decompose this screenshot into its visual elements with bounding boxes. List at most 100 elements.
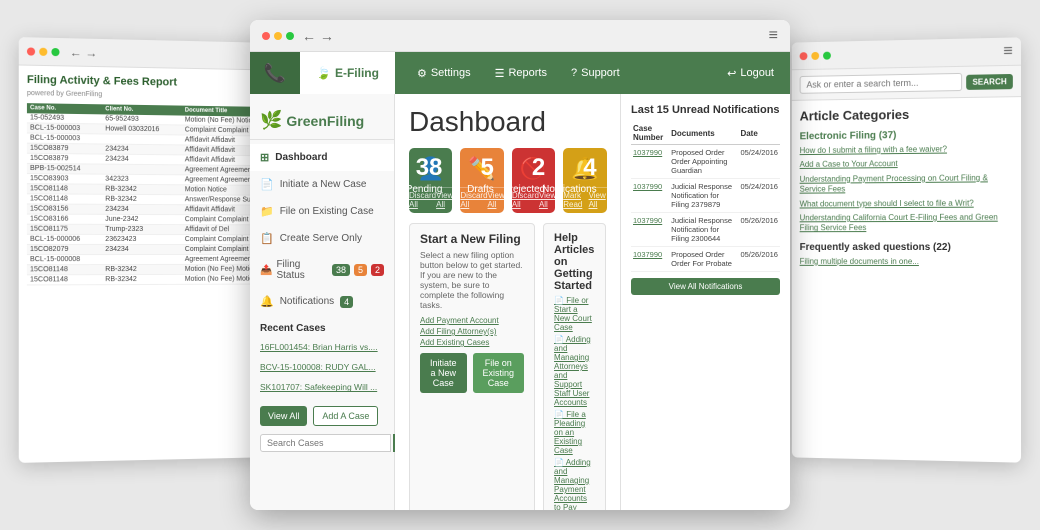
table-row: BCL-15-000008 Agreement Agreement (27, 254, 260, 264)
powered-by: powered by GreenFiling (27, 90, 260, 101)
start-filing-desc: Select a new filing option button below … (420, 250, 524, 310)
notif-case-link[interactable]: 1037990 (633, 250, 662, 259)
initiate-new-case-button[interactable]: Initiate a New Case (420, 353, 467, 393)
faq-item-1[interactable]: Filing multiple documents in one... (800, 257, 1013, 266)
recent-cases-title: Recent Cases (250, 315, 394, 337)
create-serve-icon: 📋 (260, 232, 274, 245)
back-left-content: Filing Activity & Fees Report powered by… (19, 65, 268, 293)
table-cell: 15CO81148 (27, 265, 102, 275)
phone-icon[interactable]: 📞 (250, 52, 300, 94)
recent-case-2[interactable]: BCV-15-100008: RUDY GAL... (250, 357, 394, 377)
view-all-button[interactable]: View All (260, 406, 307, 426)
article-item-3[interactable]: Understanding Payment Processing on Cour… (800, 173, 1013, 195)
view-all-notifications-button[interactable]: View All Notifications (631, 278, 780, 295)
table-cell: Agreement Agreement (182, 165, 260, 176)
notif-case-link[interactable]: 1037990 (633, 182, 662, 191)
recent-case-3[interactable]: SK101707: Safekeeping Will ... (250, 377, 394, 397)
efiling-label: E-Filing (335, 66, 379, 80)
table-row: 15CO81175Trump-2323Affidavit of Del (27, 224, 260, 235)
nav-arrows-back-left[interactable]: ← → (70, 45, 98, 60)
pending-discard-all[interactable]: Discard All (409, 191, 436, 209)
nav-arrows-main[interactable]: ← → (302, 28, 334, 44)
settings-icon: ⚙ (417, 67, 427, 80)
notif-case-link[interactable]: 1037990 (633, 216, 662, 225)
table-cell: 15CO81175 (27, 224, 102, 234)
nav-reports[interactable]: ☰ Reports (483, 52, 559, 94)
close-dot-main (262, 32, 270, 40)
notifications-card-actions: Mark Read View All (563, 187, 606, 209)
table-cell: Motion (No Fee) Motion (182, 264, 260, 274)
table-row: 15CO83166June-2342Complaint Complaint (27, 214, 260, 225)
notifications-table: Case Number Documents Date 1037990Propos… (631, 122, 780, 272)
add-case-button[interactable]: Add A Case (313, 406, 378, 426)
settings-label: Settings (431, 67, 471, 79)
logo-leaf-icon: 🌿 (260, 110, 282, 131)
table-row: 1037990Judicial Response Notification fo… (631, 213, 780, 247)
pending-badge: 38 (332, 264, 350, 276)
link-add-payment[interactable]: Add Payment Account (420, 316, 524, 325)
file-on-existing-button[interactable]: File on Existing Case (473, 353, 525, 393)
pending-number: 38 (416, 154, 443, 182)
pending-view-all[interactable]: View All (436, 191, 453, 209)
link-add-attorney[interactable]: Add Filing Attorney(s) (420, 327, 524, 336)
drafts-badge: 5 (354, 264, 367, 276)
link-add-existing[interactable]: Add Existing Cases (420, 338, 524, 347)
nav-settings[interactable]: ⚙ Settings (405, 52, 483, 94)
rejected-discard-all[interactable]: Discard All (512, 191, 539, 209)
report-table: Case No. Client No. Document Title 15-05… (27, 103, 260, 285)
notif-case-cell: 1037990 (631, 179, 669, 213)
main-hamburger-icon[interactable]: ≡ (769, 27, 778, 45)
help-link-1[interactable]: 📄 File or Start a New Court Case (554, 296, 595, 332)
leaf-icon: 🍃 (316, 66, 331, 80)
notif-case-link[interactable]: 1037990 (633, 148, 662, 157)
help-search-button[interactable]: SEARCH (966, 73, 1012, 89)
nav-logout[interactable]: ↩ Logout (711, 52, 790, 94)
help-search-input[interactable] (800, 73, 963, 94)
table-cell: BCL-15-000008 (27, 255, 102, 265)
notifications-mark-read[interactable]: Mark Read (563, 191, 588, 209)
search-cases-input[interactable] (260, 434, 391, 452)
table-cell: Affidavit Affidavit (182, 205, 260, 215)
sidebar-item-initiate[interactable]: 📄 Initiate a New Case (250, 171, 394, 198)
status-cards: 👤 38 Pending Discard All View All ✏️ 5 D… (409, 148, 606, 213)
titlebar-left: ← → (262, 28, 334, 44)
drafts-discard-all[interactable]: Discard All (460, 191, 487, 209)
faq-title: Frequently asked questions (22) (800, 242, 1013, 253)
table-cell: 15CO81148 (27, 194, 102, 205)
back-left-window: ← → Filing Activity & Fees Report powere… (19, 37, 268, 463)
help-link-4[interactable]: 📄 Adding and Managing Payment Accounts t… (554, 458, 595, 510)
table-cell (102, 164, 182, 175)
notif-case-cell: 1037990 (631, 145, 669, 179)
notifications-view-all[interactable]: View All (589, 191, 607, 209)
drafts-view-all[interactable]: View All (488, 191, 505, 209)
sidebar-item-dashboard[interactable]: ⊞ Dashboard (250, 144, 394, 171)
table-cell: Agreement Agreement (182, 254, 260, 264)
sidebar-file-existing-label: File on Existing Case (280, 206, 374, 217)
sidebar-item-file-existing[interactable]: 📁 File on Existing Case (250, 198, 394, 225)
article-item[interactable]: How do I submit a filing with a fee waiv… (800, 144, 1013, 157)
tab-efiling[interactable]: 🍃 E-Filing (300, 52, 395, 94)
close-dot-r (800, 52, 808, 60)
article-item-4[interactable]: What document type should I select to fi… (800, 198, 1013, 209)
window-controls-right (800, 51, 831, 60)
article-item-5[interactable]: Understanding California Court E-Filing … (800, 213, 1013, 234)
help-link-3[interactable]: 📄 File a Pleading on an Existing Case (554, 410, 595, 455)
help-articles-title: Help Articles on Getting Started (554, 232, 595, 292)
help-link-2[interactable]: 📄 Adding and Managing Attorneys and Supp… (554, 335, 595, 407)
start-filing-title: Start a New Filing (420, 232, 524, 246)
article-item-2[interactable]: Add a Case to Your Account (800, 158, 1013, 170)
main-body: 🌿 GreenFiling ⊞ Dashboard 📄 Initiate a N… (250, 94, 790, 510)
table-cell: Affidavit of Del (182, 225, 260, 235)
start-filing-panel: Start a New Filing Select a new filing o… (409, 223, 535, 510)
table-cell: Trump-2323 (102, 224, 182, 234)
nav-support[interactable]: ? Support (559, 52, 632, 94)
table-cell: Complaint Complaint (182, 245, 260, 255)
sidebar-item-create-serve[interactable]: 📋 Create Serve Only (250, 225, 394, 252)
nav-items: ⚙ Settings ☰ Reports ? Support (405, 52, 632, 94)
sidebar-item-notifications[interactable]: 🔔 Notifications 4 (250, 288, 394, 315)
maximize-dot-r (823, 51, 831, 59)
hamburger-icon[interactable]: ≡ (1003, 42, 1013, 60)
notifications-panel-title: Last 15 Unread Notifications (631, 104, 780, 116)
recent-case-1[interactable]: 16FL001454: Brian Harris vs.... (250, 337, 394, 357)
sidebar-filing-status[interactable]: 📤 Filing Status 38 5 2 (250, 252, 394, 288)
